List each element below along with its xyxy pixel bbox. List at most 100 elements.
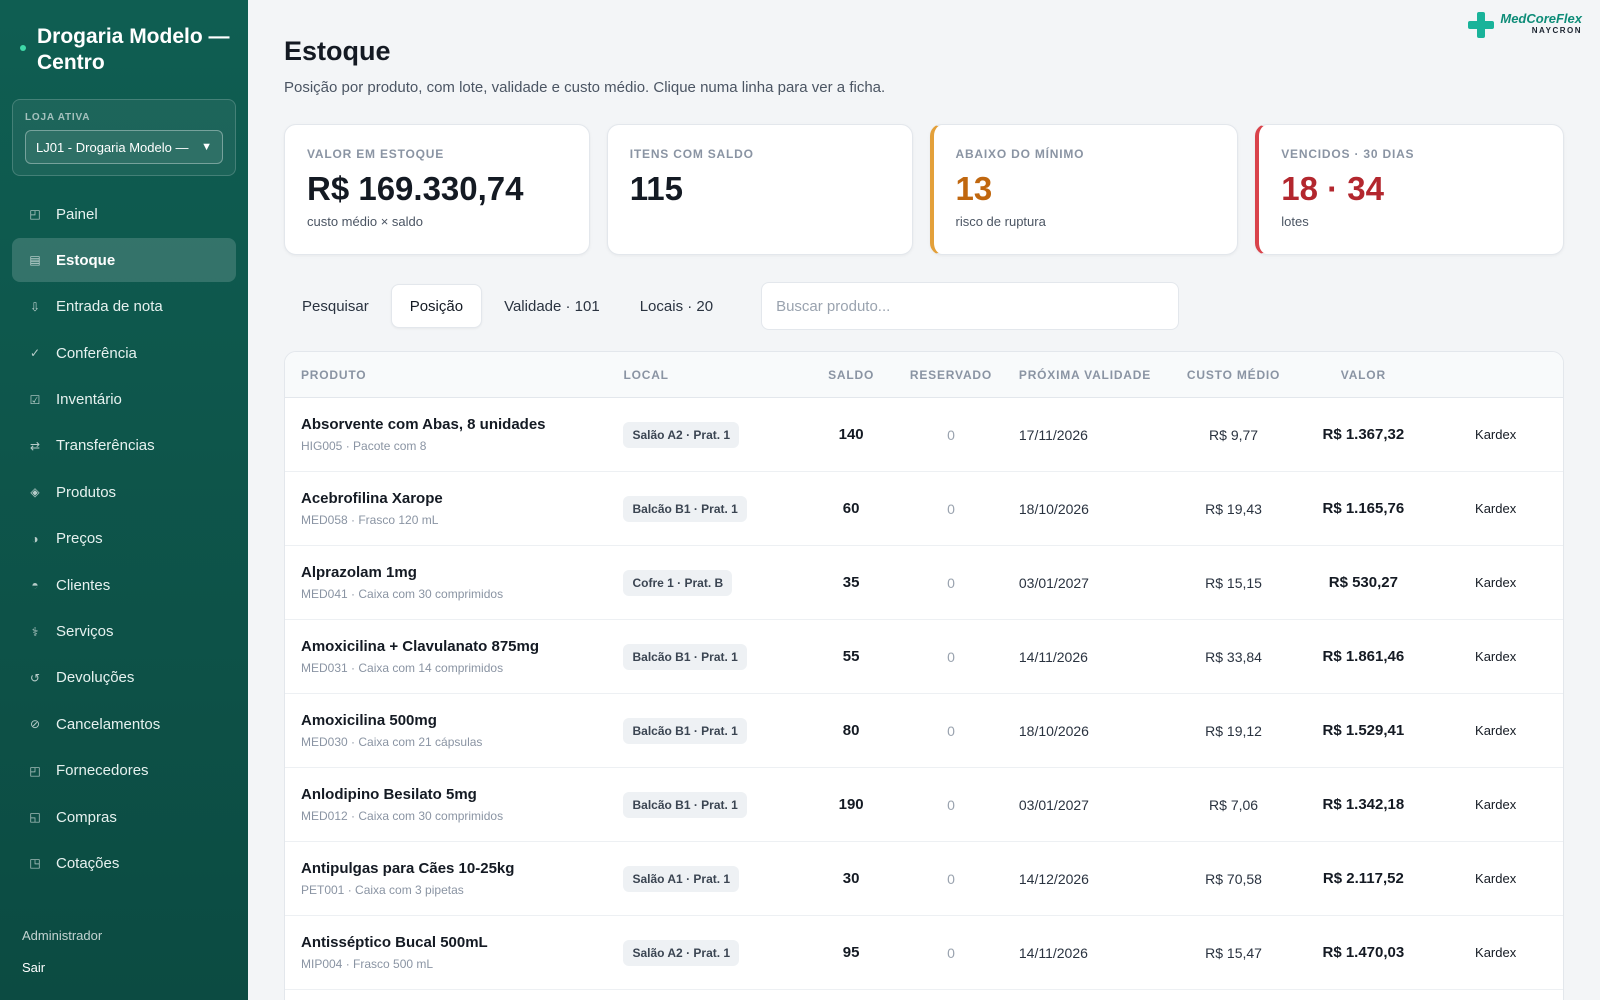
tab-validade[interactable]: Validade · 101 xyxy=(486,284,618,328)
sidebar-item-label: Clientes xyxy=(56,576,111,594)
kardex-link[interactable]: Kardex xyxy=(1428,797,1563,812)
sidebar-item-cotacoes[interactable]: ◳ Cotações xyxy=(12,841,236,885)
cell-custo-medio: R$ 19,43 xyxy=(1205,500,1262,517)
store-select-value: LJ01 - Drogaria Modelo — xyxy=(36,139,189,155)
cell-custo-medio: R$ 7,06 xyxy=(1209,796,1259,813)
table-row[interactable]: Acebrofilina Xarope MED058 · Frasco 120 m… xyxy=(285,472,1563,546)
sidebar-item-produtos[interactable]: ◈ Produtos xyxy=(12,470,236,514)
location-badge: Balcão B1 · Prat. 1 xyxy=(623,495,747,522)
medical-icon: ⚕ xyxy=(31,624,39,639)
cell-valor: R$ 1.470,03 xyxy=(1322,944,1405,961)
sidebar-item-servicos[interactable]: ⚕ Serviços xyxy=(12,610,236,654)
kardex-link[interactable]: Kardex xyxy=(1428,945,1563,960)
table-row[interactable]: Amoxicilina 500mg MED030 · Caixa com 21 c… xyxy=(285,694,1563,768)
kardex-link[interactable]: Kardex xyxy=(1428,575,1563,590)
sidebar-item-transferencias[interactable]: ⇄ Transferências xyxy=(12,424,236,468)
sidebar-item-label: Produtos xyxy=(56,483,117,501)
sidebar-item-cancelamentos[interactable]: ⊘ Cancelamentos xyxy=(12,702,236,746)
product-code: MED012 · Caixa com 30 comprimidos xyxy=(301,809,504,823)
kardex-link[interactable]: Kardex xyxy=(1428,649,1563,664)
kardex-link[interactable]: Kardex xyxy=(1428,501,1563,516)
sidebar-item-label: Fornecedores xyxy=(56,762,149,780)
location-badge: Cofre 1 · Prat. B xyxy=(623,569,733,596)
store-select[interactable]: LJ01 - Drogaria Modelo — ▼ xyxy=(25,130,223,164)
search-input[interactable] xyxy=(761,282,1180,330)
cell-saldo: 190 xyxy=(838,796,864,813)
table-row[interactable]: Anlodipino Besilato 5mg MED012 · Caixa co… xyxy=(285,768,1563,842)
cell-valor: R$ 1.165,76 xyxy=(1322,500,1405,517)
cell-saldo: 55 xyxy=(842,648,860,665)
brand-name: Drogaria Modelo — Centro xyxy=(37,25,230,74)
cell-reservado: 0 xyxy=(947,796,955,813)
cell-local: Balcão B1 · Prat. 1 xyxy=(623,643,801,670)
cell-local: Salão A2 · Prat. 1 xyxy=(623,421,801,448)
quote-icon: ◳ xyxy=(29,856,41,871)
card-note: custo médio × saldo xyxy=(307,214,423,229)
sidebar-item-devolucoes[interactable]: ↺ Devoluções xyxy=(12,656,236,700)
cell-saldo: 35 xyxy=(842,574,860,591)
kardex-link[interactable]: Kardex xyxy=(1428,427,1563,442)
sidebar-item-compras[interactable]: ◱ Compras xyxy=(12,795,236,839)
card-label: VALOR EM ESTOQUE xyxy=(307,147,445,161)
table-row[interactable]: Antipulgas para Cães 10-25kg PET001 · Cai… xyxy=(285,842,1563,916)
tab-posicao[interactable]: Posição xyxy=(390,284,483,328)
header-produto[interactable]: PRODUTO xyxy=(285,368,623,382)
cell-valor: R$ 1.367,32 xyxy=(1322,426,1405,443)
table-row[interactable]: Antisséptico Bucal 500mL MIP004 · Frasco … xyxy=(285,916,1563,990)
cell-reservado: 0 xyxy=(947,648,955,665)
product-name: Antipulgas para Cães 10-25kg xyxy=(301,860,515,877)
cell-produto: Antisséptico Bucal 500mL MIP004 · Frasco … xyxy=(285,934,623,971)
card-note: lotes xyxy=(1281,214,1309,229)
logout-link[interactable]: Sair xyxy=(22,960,45,975)
cell-saldo: 30 xyxy=(842,870,860,887)
cell-custo-medio: R$ 15,15 xyxy=(1205,574,1262,591)
header-proxima-validade[interactable]: PRÓXIMA VALIDADE xyxy=(1001,368,1169,382)
table-row[interactable]: Amoxicilina + Clavulanato 875mg MED031 · … xyxy=(285,620,1563,694)
sidebar-item-clientes[interactable]: ◓ Clientes xyxy=(12,563,236,607)
sidebar-item-label: Estoque xyxy=(56,251,116,269)
product-code: MED030 · Caixa com 21 cápsulas xyxy=(301,735,483,749)
cell-reservado: 0 xyxy=(947,574,955,591)
header-reservado[interactable]: RESERVADO xyxy=(901,368,1001,382)
cell-proxima-validade: 18/10/2026 xyxy=(1018,722,1089,739)
header-local[interactable]: LOCAL xyxy=(623,368,801,382)
cancel-icon: ⊘ xyxy=(29,717,41,732)
sidebar-item-label: Cotações xyxy=(56,854,120,872)
cell-saldo: 60 xyxy=(842,500,860,517)
cell-valor: R$ 1.861,46 xyxy=(1322,648,1405,665)
cell-local: Balcão B1 · Prat. 1 xyxy=(623,717,801,744)
sidebar-item-fornecedores[interactable]: ◰ Fornecedores xyxy=(12,749,236,793)
cell-saldo: 80 xyxy=(842,722,860,739)
product-name: Anlodipino Besilato 5mg xyxy=(301,786,477,803)
sidebar-item-entrada-de-nota[interactable]: ⇩ Entrada de nota xyxy=(12,285,236,329)
sidebar-item-estoque[interactable]: ▤ Estoque xyxy=(12,238,236,283)
header-saldo[interactable]: SALDO xyxy=(801,368,901,382)
location-badge: Salão A2 · Prat. 1 xyxy=(623,939,740,966)
cell-valor: R$ 1.342,18 xyxy=(1322,796,1405,813)
cell-valor: R$ 1.529,41 xyxy=(1322,722,1405,739)
cell-saldo: 95 xyxy=(842,944,860,961)
sidebar-item-conferencia[interactable]: ✓ Conferência xyxy=(12,331,236,375)
sidebar-item-label: Transferências xyxy=(56,437,155,455)
cell-custo-medio: R$ 33,84 xyxy=(1205,648,1262,665)
table-row[interactable]: Alprazolam 1mg MED041 · Caixa com 30 comp… xyxy=(285,546,1563,620)
sidebar-item-painel[interactable]: ◰ Painel xyxy=(12,192,236,236)
cell-produto: Alprazolam 1mg MED041 · Caixa com 30 comp… xyxy=(285,564,623,601)
table-row[interactable]: Absorvente com Abas, 8 unidades HIG005 · … xyxy=(285,398,1563,472)
kardex-link[interactable]: Kardex xyxy=(1428,871,1563,886)
medical-cross-icon xyxy=(1468,12,1495,38)
sidebar-item-label: Inventário xyxy=(56,391,122,409)
cell-custo-medio: R$ 15,47 xyxy=(1205,944,1262,961)
tab-pesquisar[interactable]: Pesquisar xyxy=(284,284,387,328)
sidebar-item-precos[interactable]: ◑ Preços xyxy=(12,517,236,561)
kardex-link[interactable]: Kardex xyxy=(1428,723,1563,738)
cell-produto: Amoxicilina 500mg MED030 · Caixa com 21 c… xyxy=(285,712,623,749)
page-subtitle: Posição por produto, com lote, validade … xyxy=(284,79,886,96)
cell-produto: Amoxicilina + Clavulanato 875mg MED031 · … xyxy=(285,638,623,675)
sidebar-item-inventario[interactable]: ☑ Inventário xyxy=(12,378,236,422)
card-expired-30-days: VENCIDOS · 30 DIAS 18 · 34 lotes xyxy=(1255,124,1564,255)
tab-locais[interactable]: Locais · 20 xyxy=(622,284,731,328)
download-icon: ⇩ xyxy=(29,299,41,314)
header-custo-medio[interactable]: CUSTO MÉDIO xyxy=(1169,368,1299,382)
header-valor[interactable]: VALOR xyxy=(1298,368,1428,382)
